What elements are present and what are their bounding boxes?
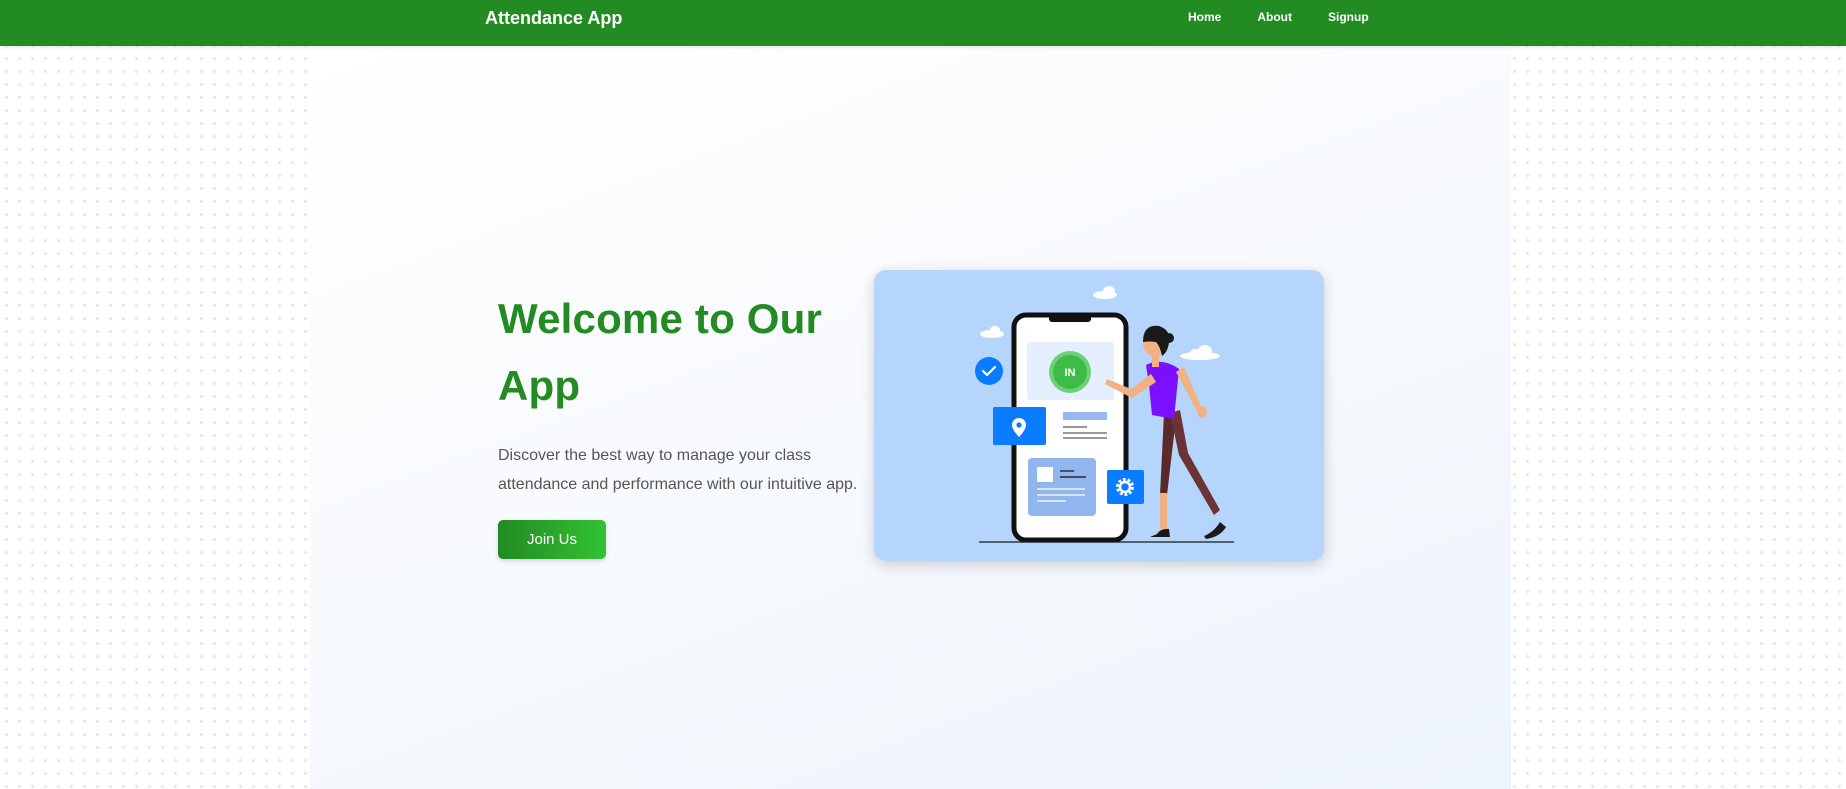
- check-icon: [975, 357, 1003, 385]
- profile-card: [1028, 458, 1096, 516]
- nav-links: Home About Signup: [1188, 10, 1405, 24]
- join-us-button[interactable]: Join Us: [498, 520, 606, 559]
- top-navbar: Attendance App Home About Signup: [0, 0, 1846, 46]
- brand-link[interactable]: Attendance App: [485, 8, 622, 29]
- info-card: [1055, 407, 1113, 443]
- location-pin-icon: [993, 407, 1046, 445]
- hero-illustration: IN: [874, 270, 1324, 561]
- hero-description: Discover the best way to manage your cla…: [498, 447, 858, 493]
- nav-link-home[interactable]: Home: [1188, 10, 1221, 24]
- check-in-label: IN: [1065, 367, 1076, 379]
- nav-link-signup[interactable]: Signup: [1328, 10, 1369, 24]
- hero-section: Welcome to Our App Discover the best way…: [498, 285, 858, 559]
- nav-link-about[interactable]: About: [1257, 10, 1292, 24]
- hero-title: Welcome to Our App: [498, 295, 823, 409]
- gear-icon: [1107, 470, 1144, 504]
